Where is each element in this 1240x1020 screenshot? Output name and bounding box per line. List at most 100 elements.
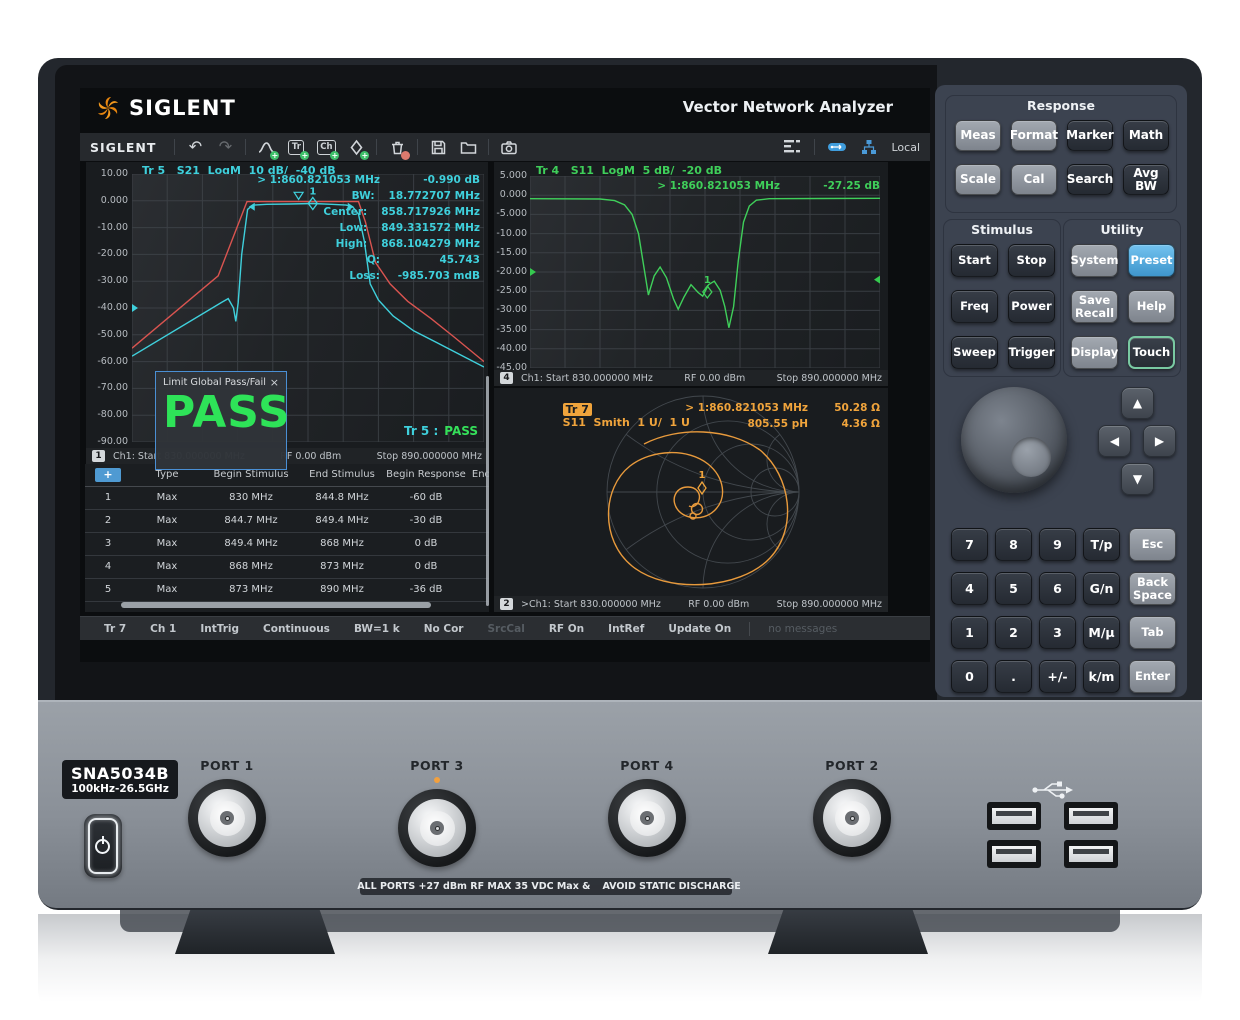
btn-scale[interactable]: Scale <box>955 164 1001 195</box>
key-5[interactable]: 5 <box>995 572 1032 605</box>
power-button[interactable] <box>84 814 122 878</box>
arrow-up-icon: ▲ <box>1133 396 1142 410</box>
plot-area[interactable]: 1 <box>530 176 880 368</box>
btn-sweep[interactable]: Sweep <box>951 336 998 369</box>
right-foot <box>768 908 928 954</box>
btn-freq[interactable]: Freq <box>951 290 998 323</box>
key-3[interactable]: 3 <box>1039 616 1076 649</box>
key-8[interactable]: 8 <box>995 528 1032 561</box>
new-trace-icon[interactable]: Tr + <box>286 137 306 157</box>
key-g-n[interactable]: G/n <box>1083 572 1120 605</box>
y-axis-tick: -25.00 <box>496 285 527 297</box>
btn-avg-bw[interactable]: Avg BW <box>1123 164 1169 195</box>
key-0[interactable]: 0 <box>951 660 988 693</box>
btn-marker[interactable]: Marker <box>1067 120 1113 151</box>
status-item-intref[interactable]: IntRef <box>596 623 656 635</box>
usb-port[interactable] <box>987 840 1041 868</box>
btn-trigger[interactable]: Trigger <box>1008 336 1055 369</box>
arrow-right-button[interactable]: ▶ <box>1143 425 1176 457</box>
chart-tr7-smith[interactable]: Tr 7 S11 Smith 1 U/ 1 U <box>494 388 888 612</box>
btn-preset[interactable]: Preset <box>1128 244 1175 277</box>
arrow-down-button[interactable]: ▼ <box>1121 463 1154 495</box>
trace-plot: 1 <box>530 176 880 368</box>
key-m[interactable]: M/µ <box>1083 616 1120 649</box>
arrow-up-button[interactable]: ▲ <box>1121 387 1154 419</box>
rf-port-3[interactable]: PORT 3 <box>377 758 497 867</box>
status-item-update-on[interactable]: Update On <box>656 623 743 635</box>
trace-manager-icon[interactable] <box>782 137 802 157</box>
usb-port[interactable] <box>987 802 1041 830</box>
key-back-space[interactable]: Back Space <box>1129 572 1176 605</box>
btn-save-recall[interactable]: Save Recall <box>1071 290 1118 323</box>
rf-port-4[interactable]: PORT 4 <box>587 758 707 857</box>
key-1[interactable]: 1 <box>951 616 988 649</box>
key-6[interactable]: 6 <box>1039 572 1076 605</box>
usb-port[interactable] <box>1064 840 1118 868</box>
btn-power[interactable]: Power <box>1008 290 1055 323</box>
footer-stop: Stop 890.000000 MHz <box>777 599 882 610</box>
status-item-tr-7[interactable]: Tr 7 <box>92 623 138 635</box>
status-item-srccal[interactable]: SrcCal <box>475 623 536 635</box>
status-item-rf-on[interactable]: RF On <box>537 623 596 635</box>
status-item-inttrig[interactable]: IntTrig <box>188 623 251 635</box>
btn-touch[interactable]: Touch <box>1128 336 1175 369</box>
key-t-p[interactable]: T/p <box>1083 528 1120 561</box>
vertical-scrollbar[interactable] <box>486 376 489 606</box>
btn-search[interactable]: Search <box>1067 164 1113 195</box>
key-key[interactable]: . <box>995 660 1032 693</box>
btn-format[interactable]: Format <box>1011 120 1057 151</box>
btn-stop[interactable]: Stop <box>1008 244 1055 277</box>
usb-port[interactable] <box>1064 802 1118 830</box>
add-trace-wave-icon[interactable]: + <box>256 137 276 157</box>
btn-cal[interactable]: Cal <box>1011 164 1057 195</box>
btn-meas[interactable]: Meas <box>955 120 1001 151</box>
key-k-m[interactable]: k/m <box>1083 660 1120 693</box>
add-marker-icon[interactable]: + <box>346 137 366 157</box>
horizontal-scrollbar[interactable] <box>121 602 431 608</box>
rf-port-1[interactable]: PORT 1 <box>167 758 287 857</box>
entry-keys: Esc Back Space Tab Enter <box>1129 528 1176 693</box>
delete-icon[interactable] <box>387 137 407 157</box>
connector-pin <box>850 816 855 821</box>
open-icon[interactable] <box>458 137 478 157</box>
key-4[interactable]: 4 <box>951 572 988 605</box>
connector-face <box>420 811 455 846</box>
status-item-continuous[interactable]: Continuous <box>251 623 342 635</box>
table-row[interactable]: 3Max849.4 MHz868 MHz0 dB <box>85 533 489 556</box>
status-item-ch-1[interactable]: Ch 1 <box>138 623 188 635</box>
status-item-bw-1-k[interactable]: BW=1 k <box>342 623 412 635</box>
local-mode-label[interactable]: Local <box>891 141 920 154</box>
key-2[interactable]: 2 <box>995 616 1032 649</box>
redo-icon[interactable]: ↷ <box>215 137 235 157</box>
marker-readout: > 1:860.821053 MHz-27.25 dB <box>657 178 880 194</box>
key-tab[interactable]: Tab <box>1129 616 1176 649</box>
chart-tr4-s11[interactable]: Tr 4 S11 LogM 5 dB/ -20 dB 5.0000.000-5.… <box>494 162 888 386</box>
btn-help[interactable]: Help <box>1128 290 1175 323</box>
key-9[interactable]: 9 <box>1039 528 1076 561</box>
readout-value: -0.990 dB <box>394 172 480 188</box>
table-row[interactable]: 2Max844.7 MHz849.4 MHz-30 dB <box>85 510 489 533</box>
btn-display[interactable]: Display <box>1071 336 1118 369</box>
table-row[interactable]: 5Max873 MHz890 MHz-36 dB <box>85 579 489 602</box>
limit-passfail-dialog[interactable]: Limit Global Pass/Fail × PASS <box>155 371 287 470</box>
arrow-left-button[interactable]: ◀ <box>1098 425 1131 457</box>
btn-math[interactable]: Math <box>1123 120 1169 151</box>
limit-table[interactable]: + Type Begin Stimulus End Stimulus Begin… <box>85 464 489 612</box>
status-item-no-cor[interactable]: No Cor <box>412 623 476 635</box>
connector-pin <box>435 826 440 831</box>
rotary-knob[interactable] <box>961 387 1067 493</box>
btn-start[interactable]: Start <box>951 244 998 277</box>
table-row[interactable]: 4Max868 MHz873 MHz0 dB <box>85 556 489 579</box>
rf-port-2[interactable]: PORT 2 <box>792 758 912 857</box>
btn-system[interactable]: System <box>1071 244 1118 277</box>
key-enter[interactable]: Enter <box>1129 660 1176 693</box>
key-esc[interactable]: Esc <box>1129 528 1176 561</box>
table-row[interactable]: 1Max830 MHz844.8 MHz-60 dB <box>85 487 489 510</box>
save-icon[interactable] <box>428 137 448 157</box>
screenshot-icon[interactable] <box>499 137 519 157</box>
add-limit-button[interactable]: + <box>95 468 121 482</box>
key-7[interactable]: 7 <box>951 528 988 561</box>
new-channel-icon[interactable]: Ch + <box>316 137 336 157</box>
key-key[interactable]: +/- <box>1039 660 1076 693</box>
undo-icon[interactable]: ↶ <box>185 137 205 157</box>
